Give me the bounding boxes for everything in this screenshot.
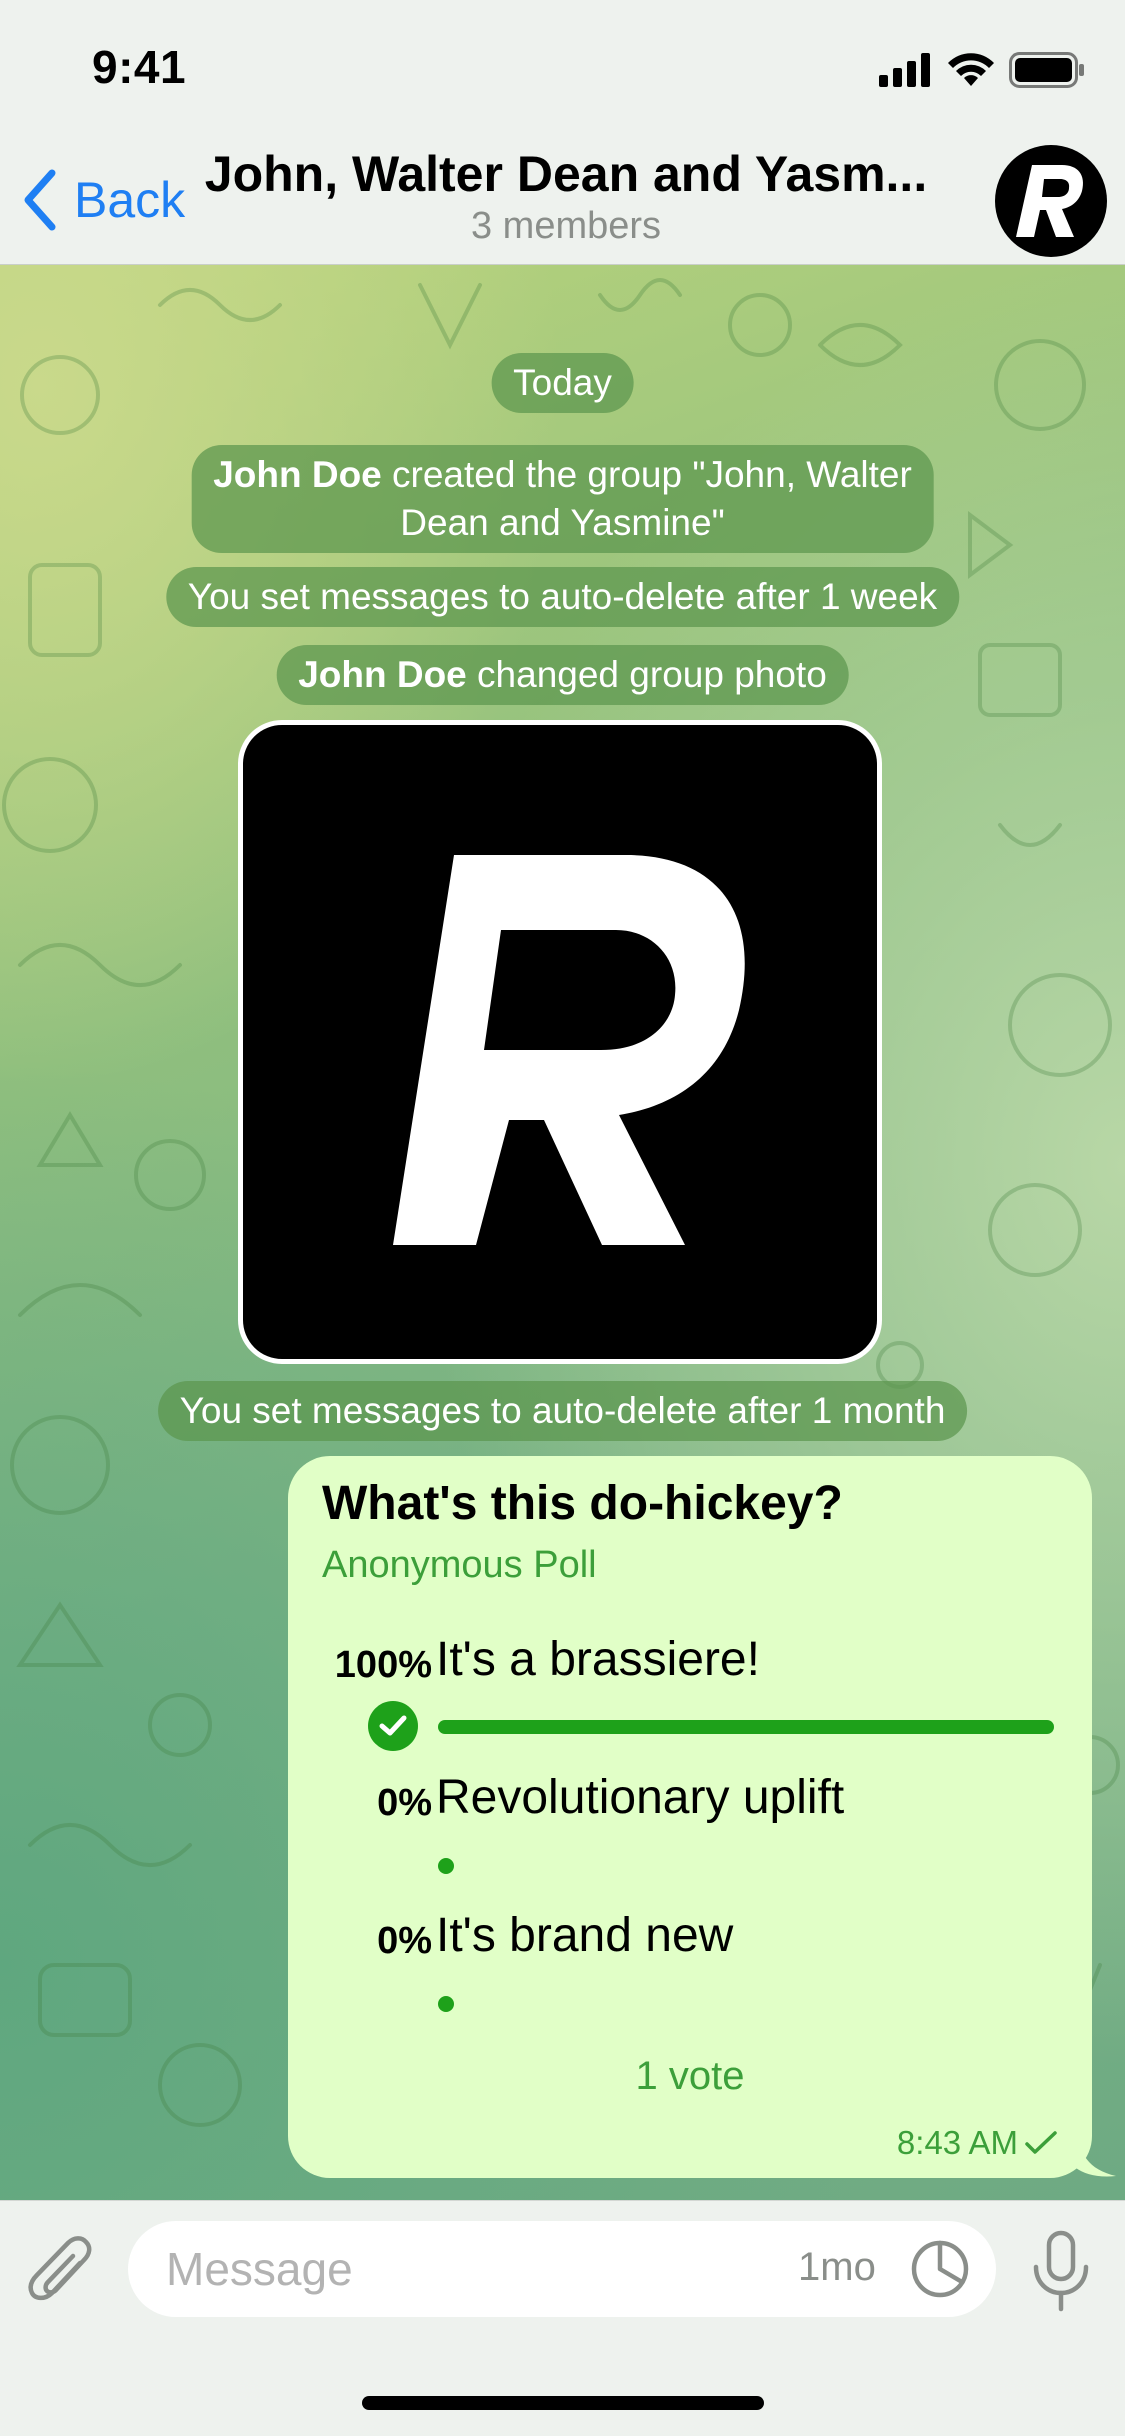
service-message-autodelete-week: You set messages to auto-delete after 1 … <box>165 567 960 627</box>
service-text-line2: Dean and Yasmine" <box>400 502 725 543</box>
attach-icon[interactable] <box>28 2233 98 2313</box>
date-separator: Today <box>491 353 634 413</box>
home-indicator <box>362 2396 764 2410</box>
option-text: It's brand new <box>436 1909 734 1962</box>
poll-type: Anonymous Poll <box>322 1544 597 1586</box>
status-time: 9:41 <box>92 41 187 93</box>
poll-message: What's this do-hickey? Anonymous Poll 10… <box>288 1456 1092 2178</box>
service-message-photo: John Doe changed group photo <box>276 645 849 705</box>
option-percent: 100% <box>334 1644 432 1686</box>
status-bar: 9:41 <box>0 0 1125 135</box>
message-field: 1mo <box>128 2221 996 2317</box>
cellular-signal-icon <box>879 53 930 87</box>
chevron-left-icon <box>24 169 56 231</box>
auto-delete-timer-icon[interactable] <box>908 2237 972 2301</box>
group-avatar[interactable] <box>995 145 1107 257</box>
service-text: You set messages to auto-delete after 1 … <box>187 576 938 617</box>
wifi-icon <box>948 53 994 86</box>
microphone-icon[interactable] <box>1028 2229 1094 2313</box>
option-result-bar <box>438 1996 454 2012</box>
service-text: You set messages to auto-delete after 1 … <box>179 1390 946 1431</box>
message-time: 8:43 AM <box>897 2124 1058 2162</box>
date-label: Today <box>513 362 612 403</box>
service-text: created the group "John, Walter <box>381 454 912 495</box>
poll-question: What's this do-hickey? <box>322 1477 843 1530</box>
poll-votes[interactable]: 1 vote <box>288 2054 1092 2099</box>
option-percent: 0% <box>377 1920 432 1962</box>
r-logo-icon <box>393 855 745 1245</box>
option-text: It's a brassiere! <box>436 1633 760 1686</box>
service-message-autodelete-month: You set messages to auto-delete after 1 … <box>157 1381 968 1441</box>
back-label: Back <box>74 172 186 228</box>
chat-title[interactable]: John, Walter Dean and Yasm... <box>196 145 936 203</box>
group-photo[interactable] <box>238 720 882 1364</box>
chat-header: Back John, Walter Dean and Yasm... 3 mem… <box>0 135 1125 265</box>
selected-check-icon <box>368 1701 418 1751</box>
back-button[interactable]: Back <box>20 165 185 235</box>
option-text: Revolutionary uplift <box>436 1771 845 1824</box>
r-logo-icon <box>1016 165 1084 237</box>
option-percent: 0% <box>377 1782 432 1824</box>
status-icons <box>879 50 1085 90</box>
message-timestamp: 8:43 AM <box>896 2124 1018 2161</box>
service-message-created: John Doe created the group "John, Walter… <box>191 445 934 553</box>
service-actor[interactable]: John Doe <box>213 454 382 495</box>
battery-icon <box>1009 52 1084 88</box>
message-input[interactable] <box>166 2239 786 2299</box>
option-result-bar <box>438 1720 1054 1734</box>
read-check-icon <box>1025 2131 1057 2154</box>
service-actor[interactable]: John Doe <box>298 654 467 695</box>
chat-subtitle[interactable]: 3 members <box>196 205 936 248</box>
service-text: changed group photo <box>466 654 827 695</box>
option-result-bar <box>438 1858 454 1874</box>
auto-delete-timer-label[interactable]: 1mo <box>798 2245 876 2290</box>
